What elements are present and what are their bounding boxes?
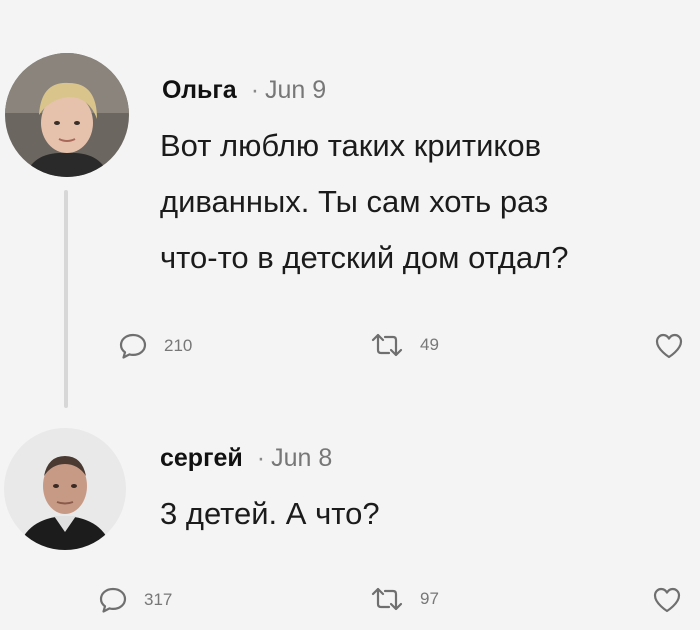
heart-icon [655, 333, 683, 359]
speech-bubble-icon [99, 587, 127, 613]
speech-bubble-icon [119, 333, 147, 359]
reply-count: 210 [164, 336, 193, 355]
avatar-olga-image [5, 53, 129, 177]
retweet-arrows-icon [371, 587, 403, 611]
avatar-sergey-image [4, 428, 126, 550]
tweet-date[interactable]: Jun 9 [265, 76, 326, 105]
tweet-text-line: диванных. Ты сам хоть раз [160, 184, 549, 219]
reply-button[interactable]: 317 [98, 586, 172, 614]
author-name[interactable]: сергей [160, 444, 243, 473]
retweet-count: 49 [420, 335, 439, 354]
tweet-2-actions: 317 97 [0, 586, 700, 618]
meta-separator: · [250, 76, 260, 104]
tweet-date[interactable]: Jun 8 [271, 444, 332, 473]
avatar-olga[interactable] [5, 53, 129, 177]
author-name[interactable]: Ольга [162, 76, 237, 105]
reply-button[interactable]: 210 [118, 332, 192, 360]
tweet-2-meta: сергей · Jun 8 [160, 444, 332, 473]
tweet-2-text: 3 детей. А что? [160, 486, 380, 542]
retweet-count: 97 [420, 589, 439, 608]
like-button[interactable] [654, 332, 684, 360]
heart-icon [653, 587, 681, 613]
tweet-text-line: Вот люблю таких критиков [160, 128, 542, 163]
retweet-button[interactable]: 97 [370, 586, 439, 612]
tweet-text-line: 3 детей. А что? [160, 496, 380, 531]
retweet-button[interactable]: 49 [370, 332, 439, 358]
meta-separator: · [256, 444, 266, 472]
tweet-1-text: Вот люблю таких критиков диванных. Ты са… [160, 118, 568, 286]
reply-count: 317 [144, 590, 173, 609]
thread-connector-line [64, 190, 68, 408]
tweet-text-line: что-то в детский дом отдал? [160, 240, 569, 275]
retweet-arrows-icon [371, 333, 403, 357]
like-button[interactable] [652, 586, 682, 614]
tweet-1-actions: 210 49 [0, 332, 700, 364]
tweet-1-meta: Ольга · Jun 9 [162, 76, 326, 105]
avatar-sergey[interactable] [4, 428, 126, 550]
